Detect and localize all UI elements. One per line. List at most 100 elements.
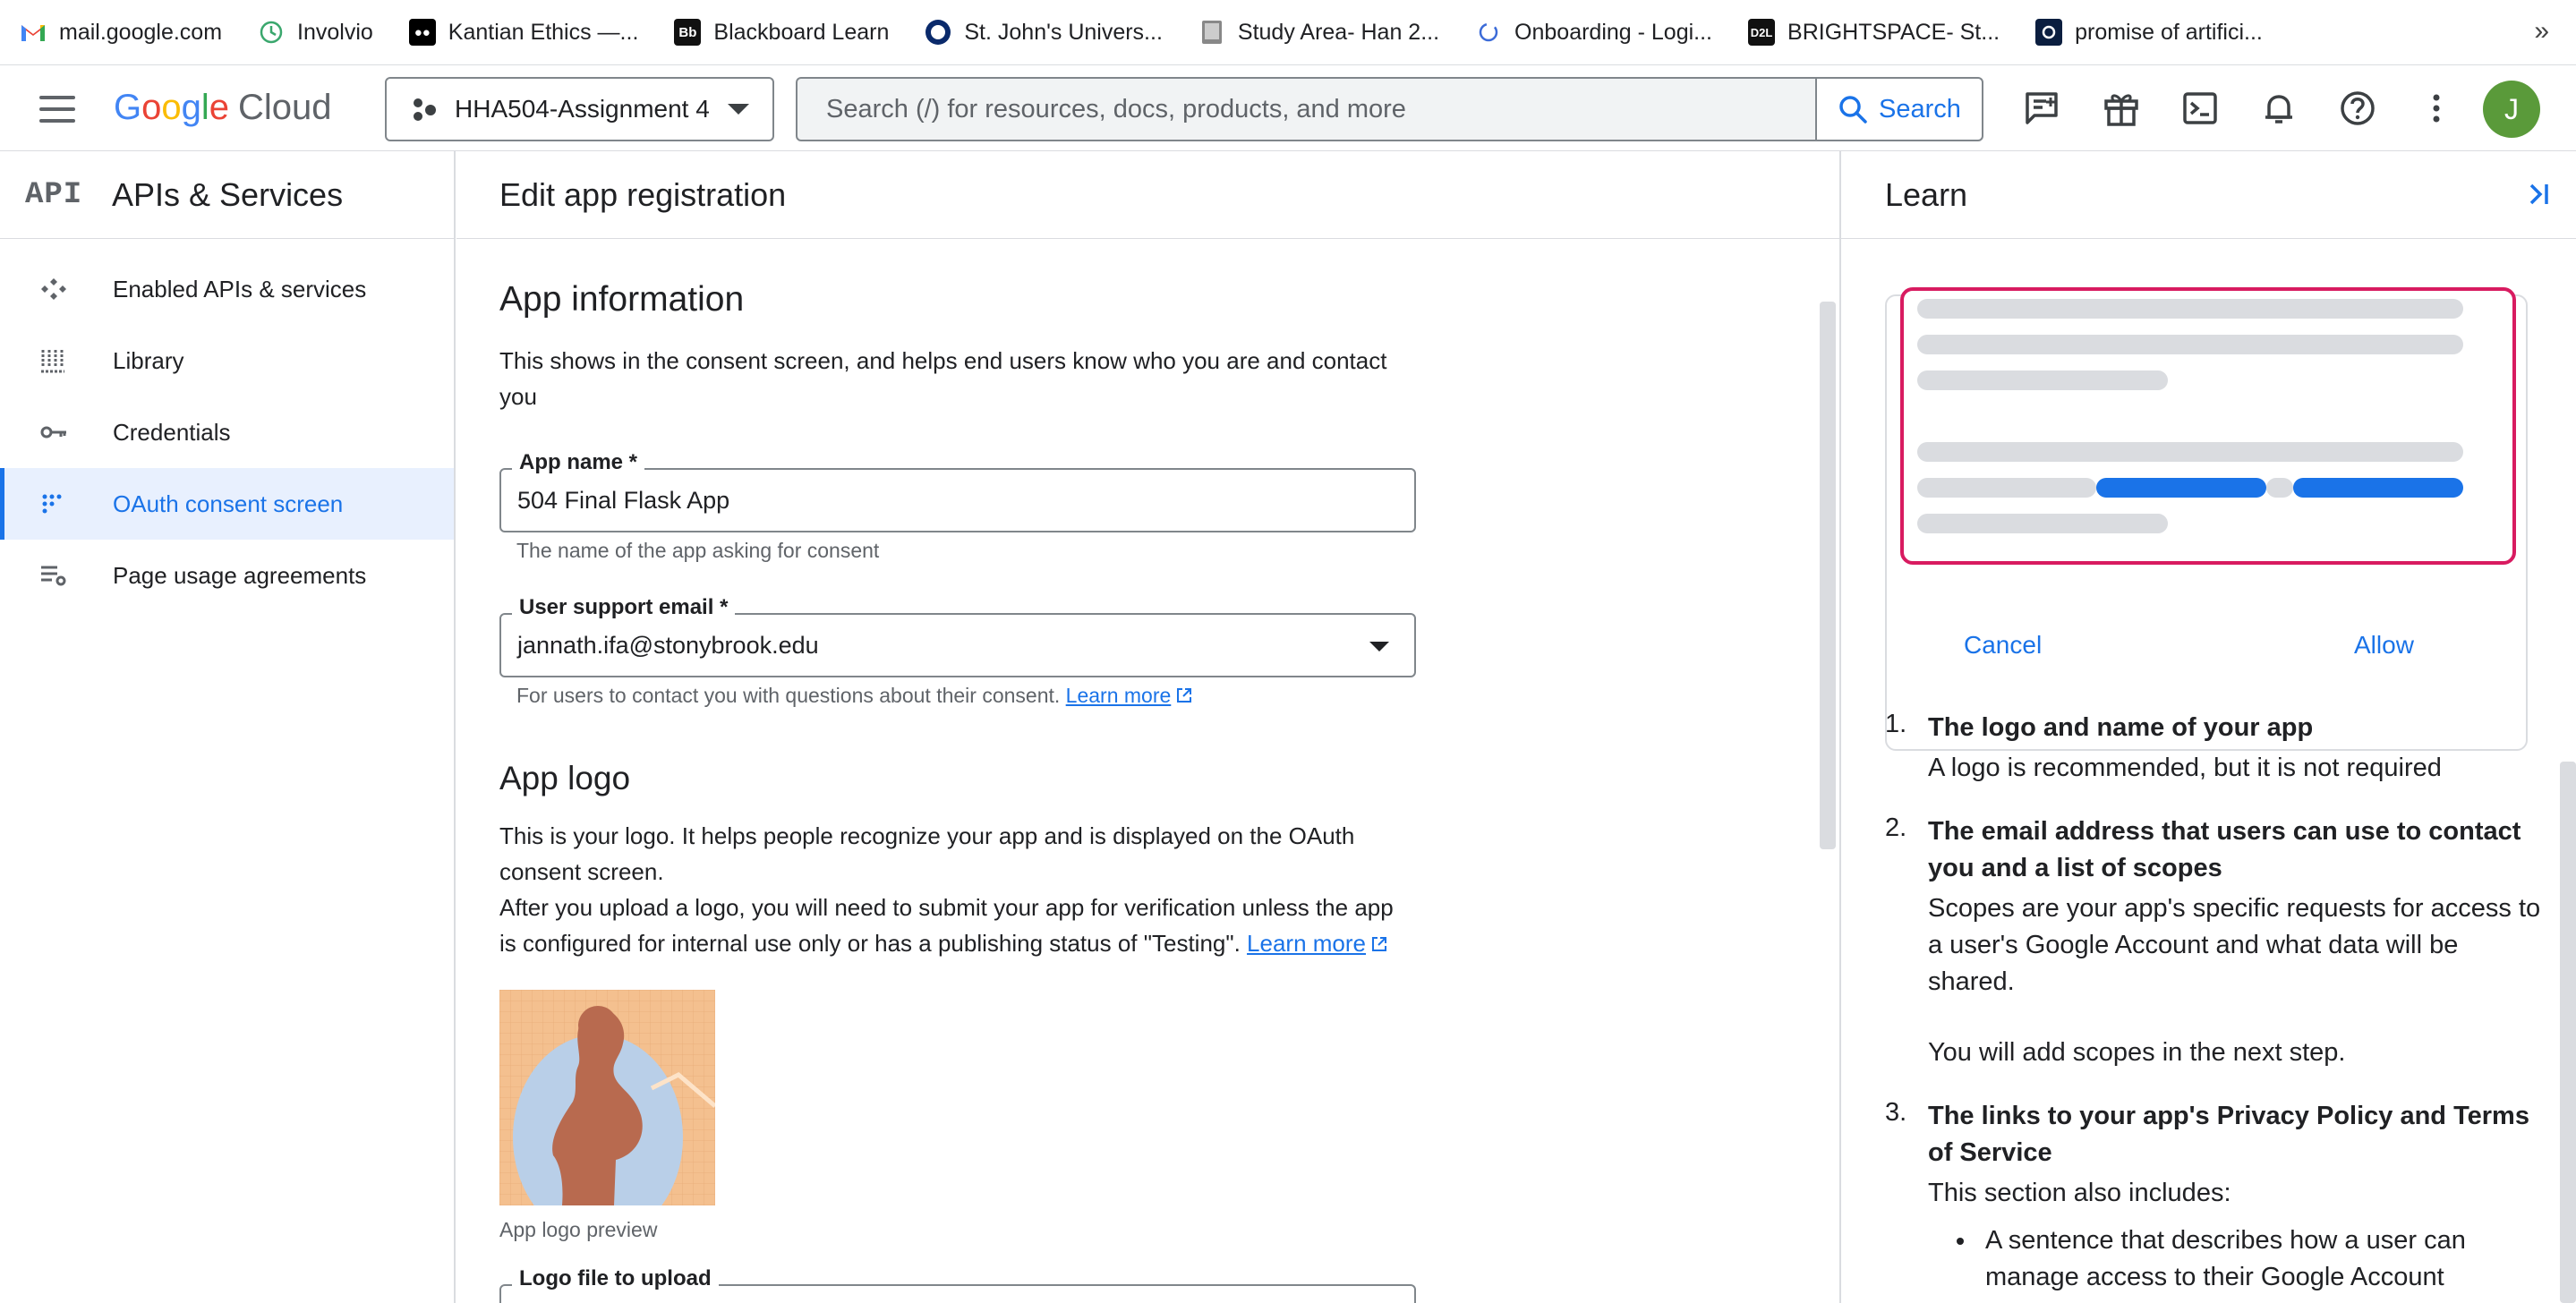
search-icon (1839, 96, 1867, 123)
app-name-value: 504 Final Flask App (517, 487, 730, 514)
sidebar-item-page-usage[interactable]: Page usage agreements (0, 540, 454, 611)
logo-letter: e (209, 88, 230, 127)
support-email-label: User support email * (512, 595, 736, 620)
step-text: This section also includes: (1928, 1179, 2231, 1207)
app-name-helper: The name of the app asking for consent (516, 539, 880, 562)
sidebar-title: APIs & Services (112, 176, 344, 213)
bookmark-label: Kantian Ethics —... (448, 19, 639, 45)
cloud-shell-icon[interactable] (2179, 87, 2222, 130)
mock-allow-button: Allow (2354, 631, 2414, 659)
api-badge: API (25, 178, 83, 212)
support-email-select[interactable]: User support email * jannath.ifa@stonybr… (499, 595, 1416, 677)
support-email-value: jannath.ifa@stonybrook.edu (517, 632, 819, 659)
involvio-icon (258, 19, 285, 46)
key-icon (40, 426, 66, 439)
logo-letter: l (200, 88, 209, 127)
learn-more-link[interactable]: Learn more (1247, 930, 1366, 957)
placeholder-bar-link (2293, 478, 2463, 498)
sidebar-header: API APIs & Services (0, 151, 454, 239)
bookmark-label: Involvio (297, 19, 373, 45)
bookmark-brightspace[interactable]: D2L BRIGHTSPACE- St... (1748, 0, 2000, 65)
step-text: You will add scopes in the next step. (1928, 1038, 2346, 1067)
avatar[interactable]: J (2483, 81, 2540, 138)
main-content: Edit app registration App information Th… (456, 151, 1839, 1303)
top-header: GoogleCloud HHA504-Assignment 4 Search J (0, 65, 2576, 151)
logo-upload-field[interactable]: Logo file to upload (499, 1266, 1416, 1303)
app-name-field[interactable]: App name * 504 Final Flask App (499, 450, 1416, 532)
project-picker[interactable]: HHA504-Assignment 4 (385, 77, 774, 141)
bookmark-onboarding[interactable]: Onboarding - Logi... (1475, 0, 1712, 65)
step-heading: The logo and name of your app (1928, 713, 2314, 742)
logo-letter: g (181, 88, 201, 127)
search-button[interactable]: Search (1815, 79, 1982, 140)
placeholder-bar (1917, 478, 2096, 498)
support-email-helper: For users to contact you with questions … (516, 684, 1194, 708)
placeholder-bar-link (2096, 478, 2266, 498)
step-number: 1. (1885, 710, 1907, 738)
app-information-heading: App information (499, 280, 745, 319)
google-cloud-logo[interactable]: Google Cloud (114, 85, 332, 130)
blackboard-icon: Bb (674, 19, 702, 46)
learn-step: 1. The logo and name of your app A logo … (1885, 710, 2547, 787)
help-icon[interactable] (2336, 87, 2379, 130)
search-button-label: Search (1879, 94, 1961, 123)
sidebar-item-oauth-consent[interactable]: OAuth consent screen (0, 468, 454, 540)
sidebar-item-label: OAuth consent screen (113, 490, 344, 517)
menu-icon[interactable] (39, 96, 75, 123)
step-bullet: A sentence that describes how a user can… (1928, 1222, 2547, 1296)
step-heading: The links to your app's Privacy Policy a… (1928, 1102, 2529, 1167)
app-information-description: This shows in the consent screen, and he… (499, 347, 1387, 410)
chevron-down-icon (728, 104, 749, 115)
search-input[interactable] (798, 79, 1816, 140)
promise-icon (2035, 19, 2063, 46)
bookmark-label: promise of artifici... (2075, 19, 2263, 45)
onboarding-icon (1475, 19, 1502, 46)
placeholder-bar (1917, 442, 2463, 462)
gift-icon[interactable] (2100, 87, 2143, 130)
bookmark-label: mail.google.com (59, 19, 223, 45)
bookmark-promise[interactable]: promise of artifici... (2035, 0, 2263, 65)
bookmark-label: BRIGHTSPACE- St... (1787, 19, 2000, 45)
page-title: Edit app registration (499, 176, 787, 213)
bookmark-gmail[interactable]: mail.google.com (20, 0, 222, 65)
d2l-icon: D2L (1748, 19, 1776, 46)
step-heading: The email address that users can use to … (1928, 817, 2521, 882)
library-icon (41, 350, 64, 373)
step-number: 2. (1885, 813, 1907, 842)
stjohns-icon (925, 19, 951, 46)
study-icon (1198, 19, 1225, 46)
bookmark-kantian[interactable]: ●● Kantian Ethics —... (408, 0, 639, 65)
bookmark-label: Blackboard Learn (713, 19, 890, 45)
learn-scrollbar[interactable] (2560, 762, 2576, 1303)
sidebar-item-label: Library (113, 346, 184, 374)
medium-icon: ●● (408, 19, 436, 46)
sidebar-item-label: Credentials (113, 418, 231, 446)
sidebar: API APIs & Services Enabled APIs & servi… (0, 151, 456, 1303)
logo-letter: o (161, 88, 182, 127)
bookmark-label: Onboarding - Logi... (1514, 19, 1713, 45)
learn-more-link[interactable]: Learn more (1066, 684, 1172, 707)
consent-screen-mockup (1900, 287, 2516, 565)
bookmarks-overflow-button[interactable]: » (2534, 16, 2549, 47)
app-logo-description-2: After you upload a logo, you will need t… (499, 890, 1412, 961)
bookmark-study[interactable]: Study Area- Han 2... (1198, 0, 1439, 65)
sidebar-item-enabled-apis[interactable]: Enabled APIs & services (0, 253, 454, 325)
bookmark-stjohns[interactable]: St. John's Univers... (925, 0, 1163, 65)
sidebar-item-library[interactable]: Library (0, 325, 454, 396)
search-bar: Search (796, 77, 1983, 141)
feedback-icon[interactable] (2020, 87, 2063, 130)
sidebar-item-credentials[interactable]: Credentials (0, 396, 454, 468)
collapse-panel-icon[interactable] (2524, 180, 2553, 209)
external-link-icon (1372, 937, 1387, 951)
mock-cancel-button: Cancel (1964, 631, 2043, 659)
app-logo-description-1: This is your logo. It helps people recog… (499, 822, 1355, 885)
more-vert-icon[interactable] (2415, 87, 2458, 130)
project-icon (412, 96, 439, 123)
main-scrollbar[interactable] (1820, 302, 1836, 849)
bookmark-involvio[interactable]: Involvio (258, 0, 373, 65)
learn-step: 3. The links to your app's Privacy Polic… (1885, 1098, 2547, 1296)
bell-icon[interactable] (2257, 87, 2300, 130)
logo-letter: o (141, 88, 162, 127)
placeholder-bar (1917, 370, 2168, 390)
bookmark-blackboard[interactable]: Bb Blackboard Learn (674, 0, 889, 65)
